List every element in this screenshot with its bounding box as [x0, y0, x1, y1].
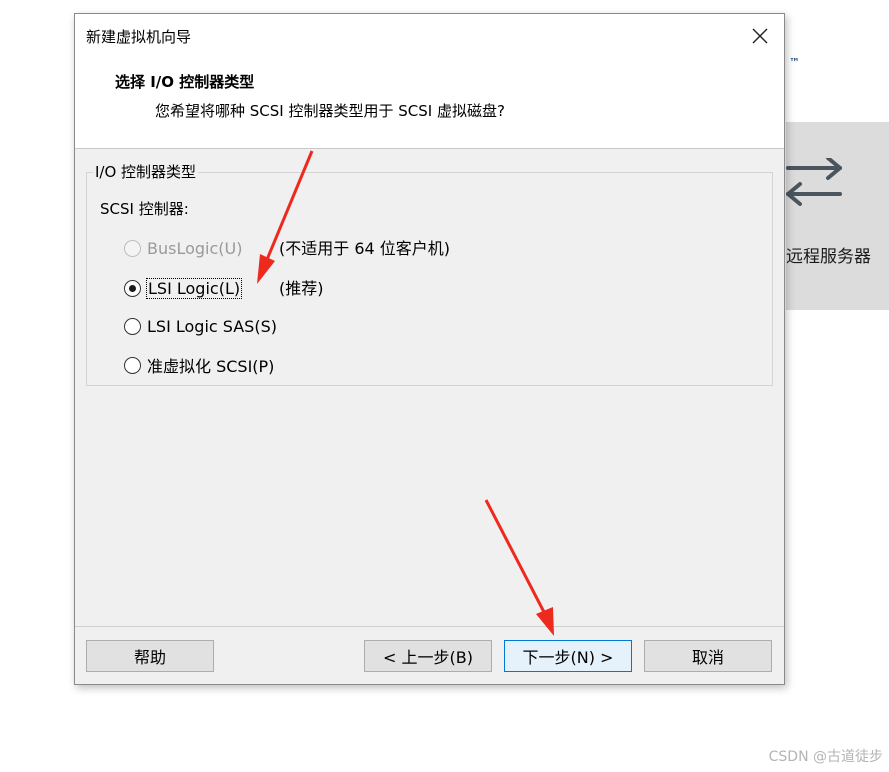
radio-label: LSI Logic SAS(S)	[147, 316, 277, 336]
cancel-button[interactable]: 取消	[644, 640, 772, 672]
radio-button-icon[interactable]	[124, 317, 141, 335]
step-description: 您希望将哪种 SCSI 控制器类型用于 SCSI 虚拟磁盘?	[155, 102, 505, 120]
radio-lsi-logic[interactable]: LSI Logic(L)	[124, 276, 243, 300]
footer-divider	[75, 626, 784, 627]
lsi-logic-note: (推荐)	[279, 279, 324, 298]
dialog-title: 新建虚拟机向导	[86, 28, 192, 46]
next-button[interactable]: 下一步(N) >	[504, 640, 632, 672]
wizard-header: 选择 I/O 控制器类型 您希望将哪种 SCSI 控制器类型用于 SCSI 虚拟…	[75, 58, 784, 149]
radio-buslogic[interactable]: BusLogic(U)	[124, 236, 242, 260]
watermark: CSDN @古道徒步	[768, 749, 883, 765]
radio-button-icon[interactable]	[124, 239, 141, 257]
screen: ™ 远程服务器 新建虚拟机向导 选择 I/O 控制器类型 您希望将哪种 SCSI…	[0, 0, 889, 772]
trademark-mark: ™	[789, 56, 800, 69]
new-vm-wizard-dialog: 新建虚拟机向导 选择 I/O 控制器类型 您希望将哪种 SCSI 控制器类型用于…	[74, 13, 785, 685]
remote-server-card[interactable]: 远程服务器	[786, 122, 889, 310]
radio-button-icon[interactable]	[124, 356, 141, 374]
transfer-arrows-icon	[786, 158, 842, 206]
radio-button-icon[interactable]	[124, 279, 141, 297]
back-button[interactable]: < 上一步(B)	[364, 640, 492, 672]
radio-pvscsi[interactable]: 准虚拟化 SCSI(P)	[124, 353, 274, 377]
help-button[interactable]: 帮助	[86, 640, 214, 672]
radio-label: BusLogic(U)	[147, 238, 243, 258]
dialog-titlebar[interactable]: 新建虚拟机向导	[75, 14, 784, 58]
buslogic-note: (不适用于 64 位客户机)	[279, 239, 451, 258]
groupbox-title: I/O 控制器类型	[93, 161, 199, 182]
close-button[interactable]	[742, 20, 778, 52]
close-icon	[752, 28, 768, 44]
scsi-controller-label: SCSI 控制器:	[100, 200, 189, 218]
radio-label: LSI Logic(L)	[145, 277, 243, 299]
radio-label: 准虚拟化 SCSI(P)	[147, 357, 275, 376]
radio-lsi-logic-sas[interactable]: LSI Logic SAS(S)	[124, 314, 277, 338]
step-title: 选择 I/O 控制器类型	[115, 73, 255, 91]
remote-server-label: 远程服务器	[786, 247, 871, 267]
